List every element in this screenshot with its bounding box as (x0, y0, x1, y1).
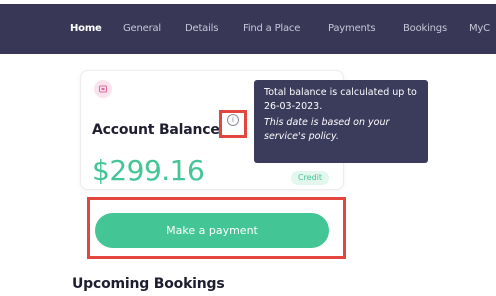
nav-item-payments[interactable]: Payments (328, 23, 376, 34)
balance-amount: $299.16 (92, 154, 205, 187)
nav-item-general[interactable]: General (123, 23, 161, 34)
account-balance-title: Account Balance (92, 122, 220, 138)
nav-item-details[interactable]: Details (185, 23, 218, 34)
upcoming-bookings-heading: Upcoming Bookings (72, 276, 225, 292)
make-payment-button[interactable]: Make a payment (95, 213, 329, 248)
info-icon-highlight (219, 110, 247, 138)
nav-item-find-a-place[interactable]: Find a Place (243, 23, 300, 34)
tooltip-text: Total balance is calculated up to 26-03-… (264, 87, 417, 112)
top-navbar: Home General Details Find a Place Paymen… (0, 4, 496, 54)
credit-badge: Credit (291, 171, 329, 185)
nav-item-bookings[interactable]: Bookings (403, 23, 447, 34)
balance-tooltip: Total balance is calculated up to 26-03-… (254, 80, 428, 163)
tooltip-note: This date is based on your service's pol… (264, 117, 390, 142)
card-icon (94, 80, 112, 98)
nav-item-myc[interactable]: MyC (469, 23, 490, 34)
nav-item-home[interactable]: Home (70, 23, 102, 34)
